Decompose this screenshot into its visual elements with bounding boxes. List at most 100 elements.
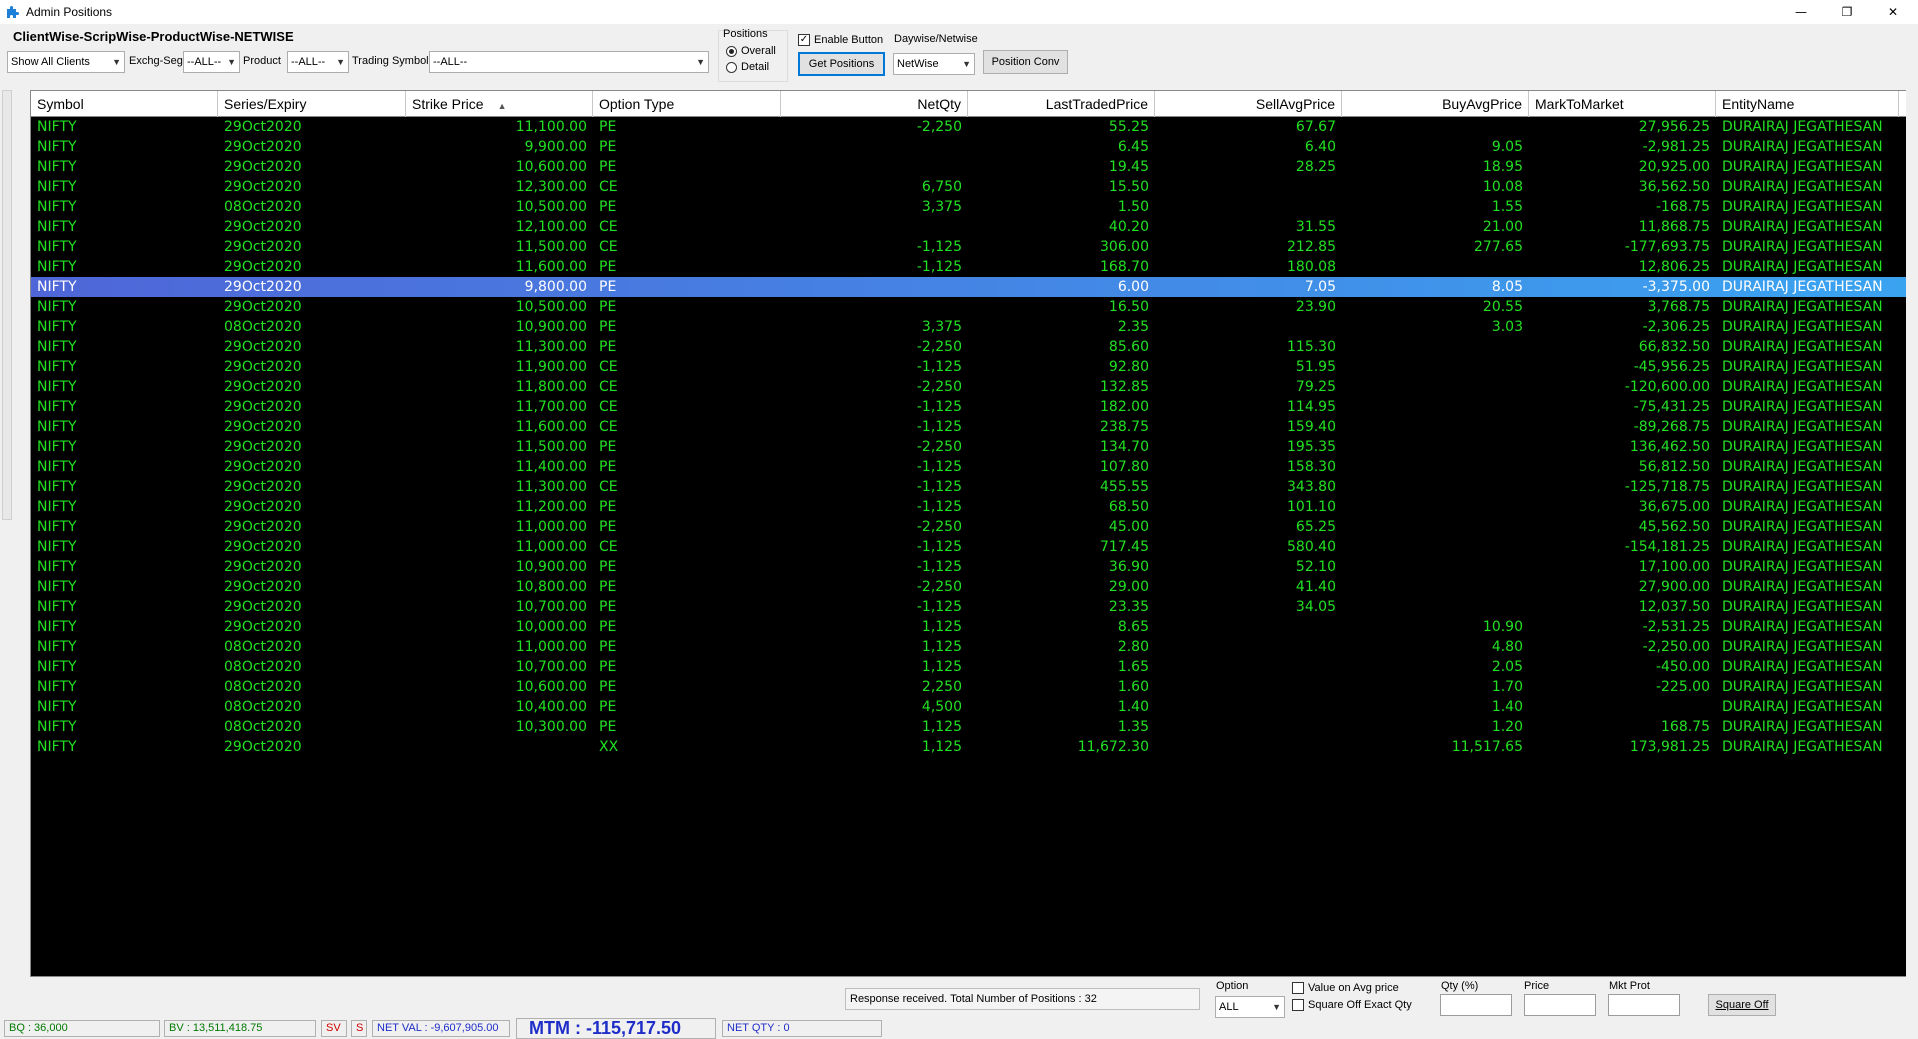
cell-symbol: NIFTY (37, 619, 77, 635)
left-scrollbar[interactable] (2, 90, 12, 520)
cell-net-qty (781, 277, 968, 297)
mkt-prot-input[interactable] (1608, 994, 1680, 1016)
table-row[interactable]: NIFTY 29Oct2020 11,800.00 CE -2,250 132.85 79.… (31, 377, 1907, 397)
square-off-exact-checkbox[interactable]: Square Off Exact Qty (1292, 999, 1412, 1011)
table-row[interactable]: NIFTY 29Oct2020 11,300.00 PE -2,250 85.60 115.… (31, 337, 1907, 357)
table-row[interactable]: NIFTY 29Oct2020 12,300.00 CE 6,750 15.50 10.08… (31, 177, 1907, 197)
table-row[interactable]: NIFTY 29Oct2020 10,700.00 PE -1,125 23.35 34.0… (31, 597, 1907, 617)
cell-option-type: CE (599, 239, 618, 255)
table-row[interactable]: NIFTY 08Oct2020 10,400.00 PE 4,500 1.40 1.40 DU… (31, 697, 1907, 717)
product-select[interactable]: --ALL-- ▼ (287, 51, 349, 73)
cell-option-type: PE (599, 299, 617, 315)
cell-last-traded-price: 306.00 (1100, 239, 1149, 255)
cell-net-qty: -2,250 (916, 519, 962, 535)
column-header-symbol[interactable]: Symbol (31, 91, 218, 117)
cell-net-qty: 2,250 (921, 679, 962, 695)
chevron-down-icon: ▼ (1272, 1002, 1281, 1012)
cell-net-qty: -1,125 (916, 479, 962, 495)
cell-mark-to-market: -2,531.25 (1642, 619, 1710, 635)
value-on-avg-checkbox[interactable]: Value on Avg price (1292, 982, 1399, 994)
table-row[interactable]: NIFTY 29Oct2020 10,600.00 PE 19.45 28.25 18.95… (31, 157, 1907, 177)
cell-entity-name: DURAIRAJ JEGATHESAN (1722, 739, 1883, 755)
table-row[interactable]: NIFTY 08Oct2020 10,300.00 PE 1,125 1.35 1.20 16… (31, 717, 1907, 737)
column-header-net-qty[interactable]: NetQty (781, 91, 968, 117)
cell-strike-price: 10,600.00 (515, 159, 587, 175)
table-row[interactable]: NIFTY 29Oct2020 11,000.00 PE -2,250 45.00 65.2… (31, 517, 1907, 537)
cell-buy-avg-price: 2.05 (1491, 659, 1523, 675)
table-row[interactable]: NIFTY 29Oct2020 11,400.00 PE -1,125 107.80 158… (31, 457, 1907, 477)
table-row[interactable]: NIFTY 29Oct2020 12,100.00 CE 40.20 31.55 21.00… (31, 217, 1907, 237)
column-header-mark-to-market[interactable]: MarkToMarket (1529, 91, 1716, 117)
table-row[interactable]: NIFTY 29Oct2020 11,500.00 PE -2,250 134.70 195… (31, 437, 1907, 457)
cell-net-qty: -1,125 (916, 599, 962, 615)
table-row[interactable]: NIFTY 08Oct2020 10,900.00 PE 3,375 2.35 3.03 -2… (31, 317, 1907, 337)
net-qty-status: NET QTY : 0 (722, 1020, 882, 1037)
exch-seg-select[interactable]: --ALL-- ▼ (183, 51, 240, 73)
cell-symbol: NIFTY (37, 279, 77, 295)
positions-grid[interactable]: Symbol Series/Expiry Strike Price ▲ Option T… (30, 90, 1908, 977)
table-row[interactable]: NIFTY 08Oct2020 10,500.00 PE 3,375 1.50 1.55 -1… (31, 197, 1907, 217)
table-row[interactable]: NIFTY 29Oct2020 9,800.00 PE 6.00 7.05 8.05 -3,3… (31, 277, 1907, 297)
radio-detail[interactable]: Detail (726, 61, 769, 73)
table-row[interactable]: NIFTY 29Oct2020 11,500.00 CE -1,125 306.00 212… (31, 237, 1907, 257)
cell-option-type: CE (599, 179, 618, 195)
table-row[interactable]: NIFTY 29Oct2020 11,200.00 PE -1,125 68.50 101.… (31, 497, 1907, 517)
column-header-strike-price[interactable]: Strike Price ▲ (406, 91, 593, 117)
cell-series-expiry: 29Oct2020 (224, 139, 302, 155)
right-scrollbar[interactable] (1906, 90, 1914, 977)
table-row[interactable]: NIFTY 29Oct2020 11,100.00 PE -2,250 55.25 67.6… (31, 117, 1907, 137)
cell-net-qty: -1,125 (916, 259, 962, 275)
table-row[interactable]: NIFTY 29Oct2020 XX 1,125 11,672.30 11,517.65 1… (31, 737, 1907, 757)
cell-buy-avg-price: 4.80 (1491, 639, 1523, 655)
cell-symbol: NIFTY (37, 459, 77, 475)
table-row[interactable]: NIFTY 29Oct2020 11,600.00 CE -1,125 238.75 159… (31, 417, 1907, 437)
column-header-last-traded-price[interactable]: LastTradedPrice (968, 91, 1155, 117)
table-row[interactable]: NIFTY 29Oct2020 11,000.00 CE -1,125 717.45 580… (31, 537, 1907, 557)
price-input[interactable] (1524, 994, 1596, 1016)
cell-net-qty: 3,375 (921, 199, 962, 215)
cell-option-type: PE (599, 679, 617, 695)
option-select[interactable]: ALL ▼ (1215, 996, 1285, 1018)
cell-net-qty: -1,125 (916, 559, 962, 575)
column-header-option-type[interactable]: Option Type (593, 91, 781, 117)
table-row[interactable]: NIFTY 29Oct2020 10,800.00 PE -2,250 29.00 41.4… (31, 577, 1907, 597)
square-off-button[interactable]: Square Off (1708, 994, 1776, 1016)
cell-sell-avg-price (1155, 717, 1342, 737)
cell-entity-name: DURAIRAJ JEGATHESAN (1722, 339, 1883, 355)
table-row[interactable]: NIFTY 29Oct2020 10,900.00 PE -1,125 36.90 52.1… (31, 557, 1907, 577)
table-row[interactable]: NIFTY 29Oct2020 11,600.00 PE -1,125 168.70 180… (31, 257, 1907, 277)
table-row[interactable]: NIFTY 29Oct2020 10,000.00 PE 1,125 8.65 10.90 -… (31, 617, 1907, 637)
position-conv-button[interactable]: Position Conv (983, 50, 1068, 74)
cell-symbol: NIFTY (37, 659, 77, 675)
cell-option-type: PE (599, 599, 617, 615)
minimize-button[interactable]: — (1778, 0, 1824, 24)
table-row[interactable]: NIFTY 08Oct2020 10,600.00 PE 2,250 1.60 1.70 -2… (31, 677, 1907, 697)
close-button[interactable]: ✕ (1870, 0, 1916, 24)
trading-symbol-select[interactable]: --ALL-- ▼ (429, 51, 709, 73)
column-header-sell-avg-price[interactable]: SellAvgPrice (1155, 91, 1342, 117)
cell-entity-name: DURAIRAJ JEGATHESAN (1722, 239, 1883, 255)
radio-overall[interactable]: Overall (726, 45, 776, 57)
get-positions-button[interactable]: Get Positions (798, 52, 885, 76)
netwise-select[interactable]: NetWise ▼ (893, 53, 975, 75)
table-row[interactable]: NIFTY 08Oct2020 10,700.00 PE 1,125 1.65 2.05 -4… (31, 657, 1907, 677)
cell-last-traded-price: 68.50 (1108, 499, 1149, 515)
table-row[interactable]: NIFTY 29Oct2020 11,900.00 CE -1,125 92.80 51.9… (31, 357, 1907, 377)
column-header-entity-name[interactable]: EntityName (1716, 91, 1899, 117)
qty-input[interactable] (1440, 994, 1512, 1016)
column-header-series-expiry[interactable]: Series/Expiry (218, 91, 406, 117)
table-row[interactable]: NIFTY 29Oct2020 11,300.00 CE -1,125 455.55 343… (31, 477, 1907, 497)
restore-button[interactable]: ❐ (1824, 0, 1870, 24)
cell-buy-avg-price: 277.65 (1474, 239, 1523, 255)
cell-last-traded-price: 40.20 (1108, 219, 1149, 235)
client-select[interactable]: Show All Clients ▼ (7, 51, 125, 73)
cell-series-expiry: 29Oct2020 (224, 739, 302, 755)
column-header-label: Strike Price (412, 96, 484, 112)
enable-button-checkbox[interactable]: ✓ Enable Button (798, 34, 883, 46)
table-row[interactable]: NIFTY 08Oct2020 11,000.00 PE 1,125 2.80 4.80 -2… (31, 637, 1907, 657)
cell-symbol: NIFTY (37, 259, 77, 275)
column-header-buy-avg-price[interactable]: BuyAvgPrice (1342, 91, 1529, 117)
table-row[interactable]: NIFTY 29Oct2020 11,700.00 CE -1,125 182.00 114… (31, 397, 1907, 417)
table-row[interactable]: NIFTY 29Oct2020 10,500.00 PE 16.50 23.90 20.55… (31, 297, 1907, 317)
table-row[interactable]: NIFTY 29Oct2020 9,900.00 PE 6.45 6.40 9.05 -2,9… (31, 137, 1907, 157)
